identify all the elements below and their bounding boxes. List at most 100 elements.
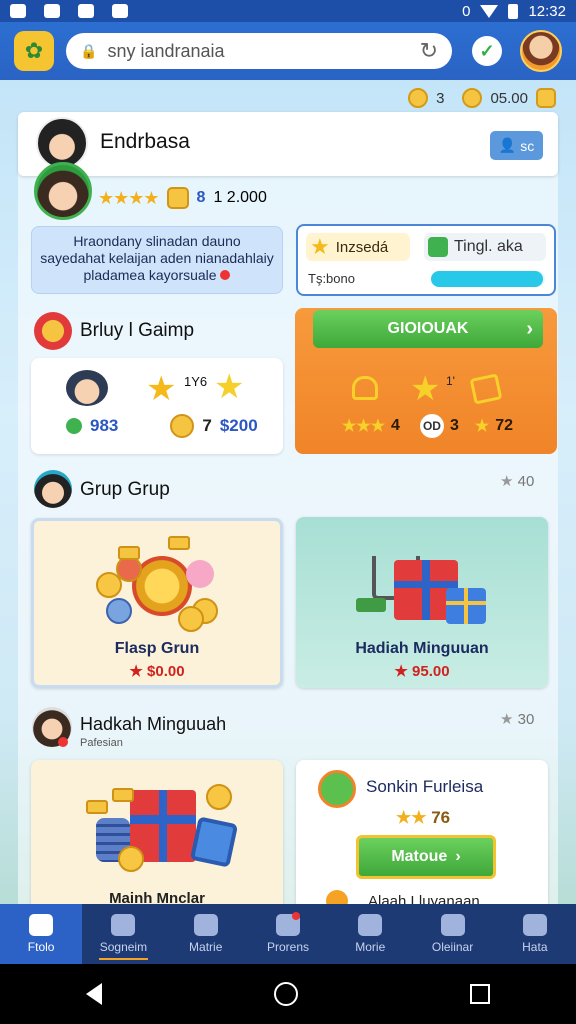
price-value: $200: [219, 416, 258, 435]
star-right: ★: [474, 418, 490, 435]
coin-icon: [118, 846, 144, 872]
profile-score: 1 2.000: [213, 189, 267, 206]
gold-bar-icon: [168, 536, 190, 550]
star-icon: ★: [310, 234, 330, 259]
search-icon: [111, 914, 136, 936]
weekly-gift-price-value: 95.00: [412, 663, 450, 680]
level-badge-icon: [166, 187, 189, 209]
info-box: Hraondany slinadan dauno sayedahat kelai…: [31, 226, 283, 294]
section-title-weekly: Hadkah Minguuah: [80, 714, 227, 734]
nav-more[interactable]: Morie: [329, 904, 411, 964]
profile-avatar-secondary[interactable]: [34, 162, 92, 220]
chip-icon: [106, 598, 132, 624]
reward-progress-bar: [431, 271, 545, 287]
reward-pill-1[interactable]: ★ Inzsedá: [306, 233, 410, 261]
notification-dot-icon: [58, 737, 68, 747]
url-text: sny iandranaia: [107, 40, 225, 61]
bonus-rating: ★★ 76: [396, 808, 450, 828]
nav-match[interactable]: Matrie: [165, 904, 247, 964]
battery-symbol: 0: [462, 2, 471, 20]
recent-apps-icon[interactable]: [470, 984, 490, 1004]
nav-label: Ftolo: [27, 940, 55, 954]
user-icon: [522, 914, 547, 936]
nav-profile[interactable]: Hata: [494, 904, 576, 964]
star-outline-icon: ★: [500, 711, 514, 728]
alert-dot-icon: [220, 270, 231, 280]
bonus-button[interactable]: Matoue ›: [356, 835, 496, 879]
value-right: 72: [495, 417, 513, 434]
nav-label: Morie: [355, 940, 386, 954]
price-star-icon: ★: [394, 663, 408, 680]
notification-icon: [10, 4, 26, 18]
coin-icon: [408, 88, 429, 108]
bonus-stars: ★★: [396, 808, 427, 827]
reward-pill-2[interactable]: Tingl. aka: [424, 233, 546, 261]
home-circle-icon[interactable]: [274, 982, 298, 1006]
bonus-title: Sonkin Furleisa: [366, 777, 484, 796]
coin-count: 7: [202, 416, 212, 435]
badge-icon: [536, 88, 556, 108]
user-icon: 👤: [498, 137, 517, 153]
gem-icon: [66, 418, 82, 434]
home-icon: [29, 914, 54, 936]
weekly-gift-price: ★ 95.00: [296, 662, 548, 680]
rating-stars: ★★★★: [98, 187, 160, 208]
nav-home[interactable]: Ftolo: [0, 904, 83, 964]
star-outline-icon: ★: [500, 473, 514, 490]
value-mid: 3: [449, 417, 459, 434]
game-section-icon: [34, 312, 72, 350]
bonus-value: 76: [431, 808, 451, 827]
lock-icon: [44, 4, 60, 18]
bottom-navigation: Ftolo Sogneim Matrie Prorens Morie Oleii…: [0, 904, 576, 964]
nav-label: Oleiinar: [431, 940, 474, 954]
notification-dot-icon: [291, 912, 300, 920]
stars-left: ★★★: [342, 418, 386, 435]
nav-promo[interactable]: Prorens: [247, 904, 329, 964]
reward-pill-2-label: Tingl. aka: [454, 238, 523, 255]
nav-online[interactable]: Oleiinar: [411, 904, 493, 964]
gold-bar-icon: [86, 800, 108, 814]
section-title-game: Brluy l Gaimp: [80, 320, 195, 341]
gem-icon: [428, 237, 448, 257]
verified-check-button[interactable]: ✓: [472, 36, 502, 66]
reload-icon[interactable]: ↻: [420, 38, 438, 64]
ghost-icon: [352, 376, 378, 400]
nav-label: Matrie: [189, 940, 223, 954]
currency-row: 3 05.00 6: [408, 84, 556, 112]
currency-value-2: 05.00: [490, 89, 528, 107]
back-icon[interactable]: [86, 983, 102, 1005]
system-navigation: [0, 964, 576, 1024]
weekly-count: ★ 30: [500, 710, 534, 728]
info-text: Hraondany slinadan dauno sayedahat kelai…: [40, 233, 274, 283]
app-logo-icon[interactable]: ✿: [14, 31, 54, 71]
flash-group-price: ★ $0.00: [31, 662, 283, 680]
group-count: ★ 40: [500, 472, 534, 490]
star-icon: ★: [410, 370, 441, 408]
star-icon: ★: [146, 370, 177, 408]
url-bar[interactable]: 🔒 sny iandranaia ↻: [66, 33, 452, 69]
flash-group-price-value: $0.00: [147, 663, 185, 680]
gift-icon: [446, 588, 486, 624]
reward-pill-1-label: Inzsedá: [335, 238, 389, 256]
player-avatar: [66, 370, 108, 406]
flag-icon: [358, 914, 383, 936]
user-avatar[interactable]: [520, 30, 562, 72]
nav-underline: [98, 958, 149, 960]
profile-button[interactable]: 👤 sc: [490, 131, 543, 160]
section-title-group: Grup Grup: [80, 479, 170, 500]
claim-button[interactable]: GIOIOUAK ›: [313, 310, 543, 348]
pig-icon: [186, 560, 214, 588]
group-avatar: [34, 470, 72, 508]
level-number: 8: [196, 189, 206, 206]
chevron-right-icon: ›: [526, 317, 533, 340]
profile-button-label: sc: [520, 137, 535, 154]
promo-values-row: ★★★ 4 OD 3 ★ 72: [342, 414, 513, 438]
nav-search[interactable]: Sogneim: [82, 904, 164, 964]
nav-label: Prorens: [266, 940, 309, 954]
nav-label: Sogneim: [99, 940, 148, 954]
profile-name: Endrbasa: [100, 130, 190, 153]
clock-icon: [440, 914, 465, 936]
bonus-button-label: Matoue: [391, 848, 448, 865]
browser-toolbar: ✿ 🔒 sny iandranaia ↻ ✓: [0, 22, 576, 80]
price-star-icon: ★: [129, 663, 143, 680]
